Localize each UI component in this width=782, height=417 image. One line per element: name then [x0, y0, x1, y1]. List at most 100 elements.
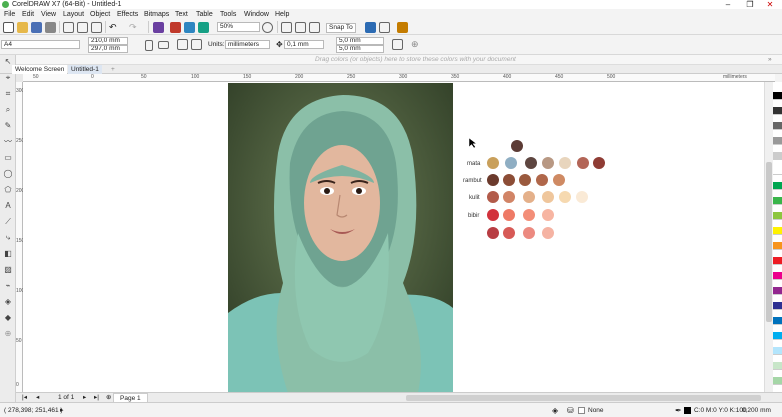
open-folder-icon[interactable] [17, 22, 28, 33]
palette-color-cell[interactable] [773, 302, 782, 310]
color-swatch[interactable] [487, 174, 499, 186]
color-swatch[interactable] [503, 209, 515, 221]
close-button[interactable]: ✕ [760, 0, 780, 9]
color-swatch[interactable] [519, 174, 531, 186]
color-swatch[interactable] [487, 209, 499, 221]
palette-color-cell[interactable] [773, 182, 782, 190]
portrait-icon[interactable] [145, 40, 153, 51]
scrollbar-thumb[interactable] [766, 162, 772, 322]
menu-view[interactable]: View [41, 9, 56, 20]
artistic-media-icon[interactable]: 〰 [3, 137, 13, 147]
page-size-select[interactable]: A4 [1, 40, 80, 49]
menu-table[interactable]: Table [196, 9, 213, 20]
vertical-ruler[interactable]: 300 250 200 150 100 50 0 [16, 82, 24, 392]
color-swatch[interactable] [593, 157, 605, 169]
polygon-tool-icon[interactable]: ⬠ [3, 185, 13, 195]
smart-fill-icon[interactable]: ◆ [3, 313, 13, 323]
freehand-tool-icon[interactable]: ✎ [3, 121, 13, 131]
treat-as-filled-icon[interactable] [392, 39, 403, 50]
palette-color-cell[interactable] [773, 332, 782, 340]
palette-color-cell[interactable] [773, 197, 782, 205]
minimize-button[interactable]: – [718, 0, 738, 9]
menu-window[interactable]: Window [244, 9, 269, 20]
color-swatch[interactable] [536, 174, 548, 186]
palette-color-cell[interactable] [773, 242, 782, 250]
color-swatch[interactable] [525, 157, 537, 169]
drop-shadow-icon[interactable]: ◧ [3, 249, 13, 259]
color-swatch[interactable] [505, 157, 517, 169]
grid-icon[interactable] [309, 22, 320, 33]
duplicate-distance-x-field[interactable]: 5,0 mm [336, 37, 384, 45]
menu-bitmaps[interactable]: Bitmaps [144, 9, 169, 20]
menu-object[interactable]: Object [90, 9, 110, 20]
palette-color-cell[interactable] [773, 347, 782, 355]
options-icon[interactable] [365, 22, 376, 33]
add-tab-icon[interactable]: + [108, 65, 118, 74]
color-swatch[interactable] [559, 157, 571, 169]
color-swatch[interactable] [511, 140, 523, 152]
palette-color-cell[interactable] [773, 152, 782, 160]
color-swatch[interactable] [503, 191, 515, 203]
palette-scroll-icon[interactable]: » [768, 55, 772, 65]
color-swatch[interactable] [503, 227, 515, 239]
menu-tools[interactable]: Tools [220, 9, 236, 20]
horizontal-ruler[interactable]: 50 0 50 100 150 200 250 300 350 400 450 … [23, 74, 775, 82]
ruler-origin[interactable] [16, 74, 23, 82]
welcome-screen-icon[interactable] [397, 22, 408, 33]
crop-tool-icon[interactable]: ⌗ [3, 89, 13, 99]
add-icon[interactable]: ⊕ [411, 39, 422, 50]
text-tool-icon[interactable]: A [3, 201, 13, 211]
print-icon[interactable] [45, 22, 56, 33]
redo-icon[interactable]: ↷ [129, 22, 140, 33]
color-swatch[interactable] [523, 227, 535, 239]
new-document-icon[interactable] [3, 22, 14, 33]
menu-file[interactable]: File [4, 9, 15, 20]
parallel-dimension-icon[interactable]: ⟋ [3, 217, 13, 227]
add-tool-icon[interactable]: ⊕ [3, 329, 13, 339]
publish-pdf-icon[interactable] [198, 22, 209, 33]
color-swatch[interactable] [559, 191, 571, 203]
zoom-level-select[interactable]: 50% [217, 22, 260, 32]
duplicate-distance-y-field[interactable]: 5,0 mm [336, 45, 384, 53]
rectangle-tool-icon[interactable]: ▭ [3, 153, 13, 163]
connector-tool-icon[interactable]: ⤷ [3, 233, 13, 243]
drawing-canvas[interactable]: mata rambut kulit bibir [23, 82, 764, 393]
color-swatch[interactable] [487, 157, 499, 169]
full-screen-icon[interactable] [281, 22, 292, 33]
menu-layout[interactable]: Layout [63, 9, 84, 20]
horizontal-scrollbar-thumb[interactable] [406, 395, 761, 401]
paste-icon[interactable] [91, 22, 102, 33]
color-swatch[interactable] [553, 174, 565, 186]
page-width-field[interactable]: 210,0 mm [88, 37, 128, 45]
eyedropper-tool-icon[interactable]: ⌁ [3, 281, 13, 291]
color-swatch[interactable] [503, 174, 515, 186]
palette-color-cell[interactable] [773, 167, 782, 175]
transparency-tool-icon[interactable]: ▨ [3, 265, 13, 275]
undo-icon[interactable]: ↶ [109, 22, 120, 33]
all-pages-icon[interactable] [177, 39, 188, 50]
search-content-icon[interactable] [153, 22, 164, 33]
palette-color-cell[interactable] [773, 92, 782, 100]
cut-icon[interactable] [63, 22, 74, 33]
color-swatch[interactable] [487, 227, 499, 239]
units-select[interactable]: millimeters [225, 40, 270, 49]
application-launcher-icon[interactable] [379, 22, 390, 33]
tab-welcome-screen[interactable]: Welcome Screen [12, 65, 68, 74]
palette-color-cell[interactable] [773, 227, 782, 235]
palette-color-cell[interactable] [773, 122, 782, 130]
rulers-icon[interactable] [295, 22, 306, 33]
palette-color-cell[interactable] [773, 212, 782, 220]
menu-effects[interactable]: Effects [117, 9, 138, 20]
color-swatch[interactable] [523, 209, 535, 221]
menu-help[interactable]: Help [275, 9, 289, 20]
palette-color-cell[interactable] [773, 272, 782, 280]
save-icon[interactable] [31, 22, 42, 33]
palette-color-cell[interactable] [773, 107, 782, 115]
shape-tool-icon[interactable]: ⌖ [3, 73, 13, 83]
play-icon[interactable]: ▸ [60, 406, 64, 415]
nudge-distance-field[interactable]: 0,1 mm [284, 40, 324, 49]
current-page-icon[interactable] [191, 39, 202, 50]
copy-icon[interactable] [77, 22, 88, 33]
zoom-tool-icon[interactable]: ⌕ [3, 105, 13, 115]
color-swatch[interactable] [577, 157, 589, 169]
